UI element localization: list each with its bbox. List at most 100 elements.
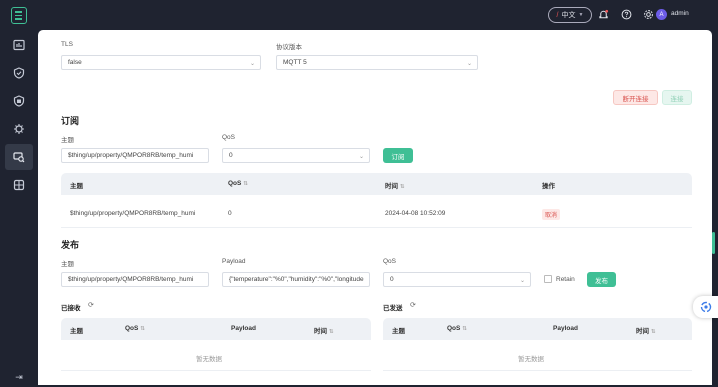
app-logo[interactable] — [11, 7, 27, 24]
chevron-down-icon: ⌄ — [358, 154, 364, 160]
received-empty: 暂无数据 — [196, 356, 222, 363]
received-col-payload: Payload — [231, 325, 256, 332]
col-time[interactable]: 时间 ⇅ — [385, 180, 405, 190]
bell-icon[interactable] — [598, 9, 609, 20]
received-col-time-label: 时间 — [314, 328, 327, 335]
sort-icon: ⇅ — [400, 184, 405, 190]
nav-extensions[interactable] — [5, 172, 33, 198]
protocol-select[interactable]: MQTT 5 ⌄ — [276, 55, 478, 70]
sort-icon: ⇅ — [462, 326, 467, 332]
language-label: 中文 — [561, 12, 576, 19]
sent-col-time-label: 时间 — [636, 328, 649, 335]
main-panel: TLS false ⌄ 协议版本 MQTT 5 ⌄ 断开连接 连接 订阅 主题 … — [38, 30, 712, 385]
received-col-qos[interactable]: QoS ⇅ — [125, 325, 145, 332]
topbar: / 中文 ▼ A admin — [38, 0, 718, 30]
sent-col-qos[interactable]: QoS ⇅ — [447, 325, 467, 332]
clear-sent-icon[interactable]: ⟳ — [410, 301, 416, 309]
module-icon — [13, 179, 25, 191]
sent-col-qos-label: QoS — [447, 325, 461, 332]
subscribe-qos-value: 0 — [229, 152, 233, 159]
subscribe-section-title: 订阅 — [61, 116, 80, 126]
nav-dashboard[interactable] — [5, 32, 33, 58]
sort-icon: ⇅ — [329, 329, 334, 335]
subscription-row-time: 2024-04-08 10:52:09 — [385, 210, 446, 217]
publish-qos-value: 0 — [390, 276, 394, 283]
subscribe-qos-select[interactable]: 0 ⌄ — [222, 148, 370, 163]
sent-col-topic: 主题 — [392, 328, 405, 335]
client-debug-icon — [13, 152, 25, 163]
publish-section-title: 发布 — [61, 240, 80, 250]
collapse-arrows-icon[interactable]: ⇥ — [13, 371, 25, 383]
row-divider — [61, 227, 692, 228]
subscribe-topic-value: $thing/up/property/QMPOR8RB/temp_humi — [68, 152, 194, 159]
retain-checkbox[interactable] — [544, 275, 552, 283]
subscription-row-qos: 0 — [228, 210, 232, 217]
language-switch[interactable]: / 中文 ▼ — [548, 7, 592, 23]
nav-management[interactable] — [5, 116, 33, 142]
scroll-indicator[interactable] — [712, 232, 715, 254]
gear-bug-icon — [14, 124, 24, 134]
chevron-down-icon: ⌄ — [519, 278, 525, 284]
publish-topic-input[interactable]: $thing/up/property/QMPOR8RB/temp_humi — [61, 272, 209, 287]
clear-received-icon[interactable]: ⟳ — [88, 301, 94, 309]
subscribe-topic-label: 主题 — [61, 137, 74, 144]
tls-select[interactable]: false ⌄ — [61, 55, 261, 70]
subscribe-topic-input[interactable]: $thing/up/property/QMPOR8RB/temp_humi — [61, 148, 209, 163]
chevron-down-icon: ⌄ — [466, 61, 472, 67]
payload-value: {"temperature":"%0","humidity":"%0","lon… — [229, 276, 364, 283]
chevron-down-icon: ⌄ — [249, 61, 255, 67]
subscribe-qos-label: QoS — [222, 134, 236, 141]
col-action: 操作 — [542, 183, 555, 190]
protocol-label: 协议版本 — [276, 44, 302, 51]
connect-button[interactable]: 连接 — [662, 90, 692, 105]
unsubscribe-button[interactable]: 取消 — [542, 209, 561, 220]
publish-button[interactable]: 发布 — [587, 272, 616, 287]
settings-gear-icon[interactable] — [643, 9, 654, 20]
nav-authorization[interactable] — [5, 88, 33, 114]
username[interactable]: admin — [671, 10, 689, 17]
subscriptions-table-header: 主题 QoS ⇅ 时间 ⇅ 操作 — [61, 173, 692, 195]
subscribe-button[interactable]: 订阅 — [383, 148, 413, 163]
publish-qos-select[interactable]: 0 ⌄ — [383, 272, 531, 287]
publish-topic-label: 主题 — [61, 261, 74, 268]
sort-icon: ⇅ — [140, 326, 145, 332]
assistant-icon — [700, 301, 711, 313]
language-marker: / — [556, 11, 559, 19]
sort-icon: ⇅ — [243, 181, 248, 187]
sidebar: ⇥ — [0, 0, 38, 387]
sent-col-payload: Payload — [553, 325, 578, 332]
retain-label: Retain — [556, 276, 575, 283]
shield-check-icon — [13, 67, 25, 79]
received-col-qos-label: QoS — [125, 325, 139, 332]
payload-label: Payload — [222, 258, 246, 265]
col-topic: 主题 — [70, 183, 83, 190]
floating-assistant-button[interactable] — [693, 296, 718, 318]
tls-label: TLS — [61, 41, 73, 48]
sent-empty: 暂无数据 — [518, 356, 544, 363]
received-title: 已接收 — [61, 305, 81, 312]
help-icon[interactable] — [621, 9, 632, 20]
received-col-time[interactable]: 时间 ⇅ — [314, 325, 334, 335]
row-divider — [61, 370, 371, 371]
col-time-label: 时间 — [385, 183, 398, 190]
sort-icon: ⇅ — [651, 329, 656, 335]
sent-table-header: 主题 QoS ⇅ Payload 时间 ⇅ — [383, 318, 692, 340]
nav-diagnose[interactable] — [5, 144, 33, 170]
col-qos-label: QoS — [228, 180, 242, 187]
badge-icon — [13, 95, 25, 107]
subscription-row-topic: $thing/up/property/QMPOR8RB/temp_humi — [70, 210, 196, 217]
avatar[interactable]: A — [656, 9, 667, 20]
publish-qos-label: QoS — [383, 258, 397, 265]
row-divider — [383, 370, 692, 371]
nav-authentication[interactable] — [5, 60, 33, 86]
col-qos[interactable]: QoS ⇅ — [228, 180, 248, 187]
tls-value: false — [68, 59, 82, 66]
publish-topic-value: $thing/up/property/QMPOR8RB/temp_humi — [68, 276, 194, 283]
chevron-down-icon: ▼ — [578, 12, 584, 18]
sent-title: 已发送 — [383, 305, 403, 312]
sent-col-time[interactable]: 时间 ⇅ — [636, 325, 656, 335]
dashboard-icon — [13, 39, 25, 51]
disconnect-button[interactable]: 断开连接 — [613, 90, 658, 105]
payload-input[interactable]: {"temperature":"%0","humidity":"%0","lon… — [222, 272, 370, 287]
protocol-value: MQTT 5 — [283, 59, 307, 66]
